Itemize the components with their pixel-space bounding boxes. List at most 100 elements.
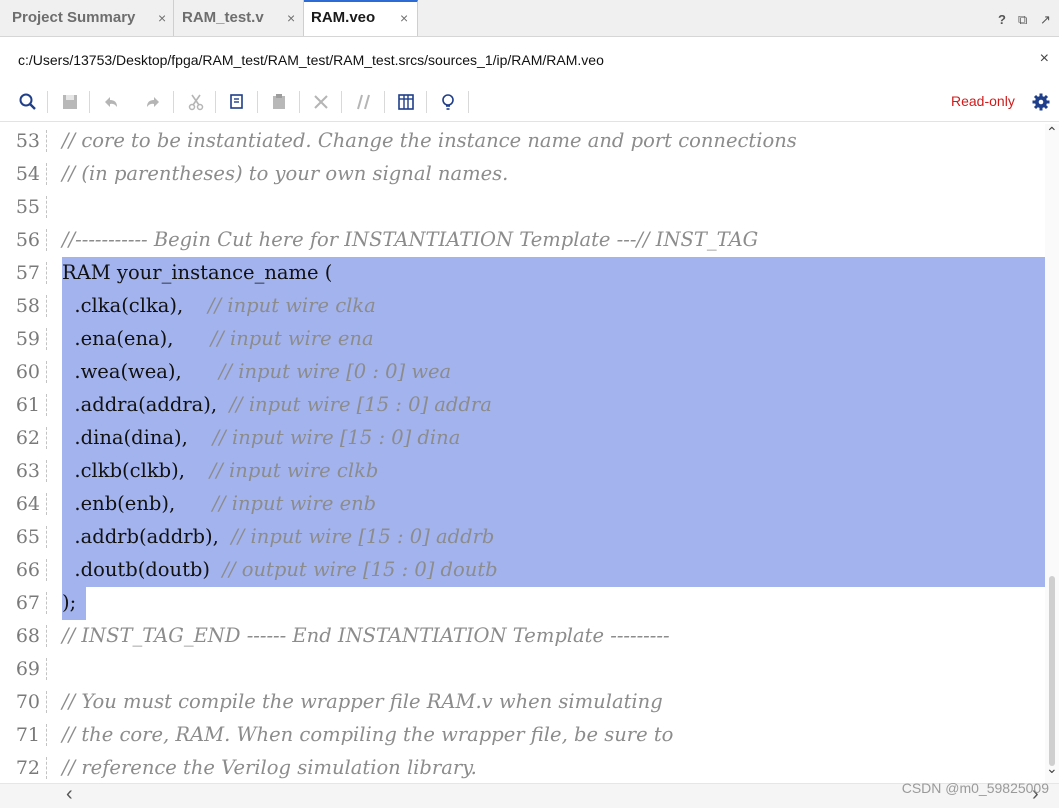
line-number: 55 xyxy=(15,196,40,218)
code-text: .clkb(clkb), xyxy=(62,459,210,482)
code-comment: // input wire enb xyxy=(212,492,377,515)
scroll-thumb[interactable] xyxy=(1049,576,1055,766)
copy-icon[interactable] xyxy=(226,91,248,113)
delete-icon[interactable] xyxy=(310,91,332,113)
line-number: 61 xyxy=(15,394,40,416)
scroll-up-icon[interactable]: ⌃ xyxy=(1046,124,1058,141)
code-line: .wea(wea), // input wire [0 : 0] wea xyxy=(62,361,451,383)
line-number: 59 xyxy=(15,328,40,350)
help-icon[interactable]: ? xyxy=(998,13,1006,27)
code-line: // the core, RAM. When compiling the wra… xyxy=(62,724,673,746)
line-number: 65 xyxy=(15,526,40,548)
gutter-separator xyxy=(46,691,47,713)
gutter-separator xyxy=(46,724,47,746)
gutter-separator xyxy=(46,130,47,152)
code-line: ); xyxy=(62,592,76,614)
comment-icon[interactable] xyxy=(353,91,375,113)
gutter-separator xyxy=(46,427,47,449)
code-comment: // output wire [15 : 0] doutb xyxy=(222,558,498,581)
tab-ram-veo[interactable]: RAM.veo × xyxy=(304,0,418,37)
code-comment: // input wire [0 : 0] wea xyxy=(218,360,452,383)
code-comment: // input wire [15 : 0] dina xyxy=(212,426,461,449)
path-bar: c:/Users/13753/Desktop/fpga/RAM_test/RAM… xyxy=(0,38,1059,82)
code-comment: // input wire clka xyxy=(208,294,376,317)
line-number: 56 xyxy=(15,229,40,251)
line-number: 63 xyxy=(15,460,40,482)
code-comment: // the core, RAM. When compiling the wra… xyxy=(62,723,674,746)
horizontal-scrollbar[interactable]: ‹ › xyxy=(0,783,1059,808)
code-comment: // (in parentheses) to your own signal n… xyxy=(62,162,509,185)
code-line: .clkb(clkb), // input wire clkb xyxy=(62,460,378,482)
code-comment: // core to be instantiated. Change the i… xyxy=(62,129,797,152)
redo-icon[interactable] xyxy=(142,91,164,113)
float-icon[interactable]: ↗ xyxy=(1040,13,1051,27)
code-comment: // INST_TAG_END ------ End INSTANTIATION… xyxy=(62,624,670,647)
code-text: ); xyxy=(62,591,77,614)
code-text: RAM your_instance_name ( xyxy=(62,261,333,284)
divider xyxy=(384,91,385,113)
gutter-separator xyxy=(46,526,47,548)
tab-ram-test-v[interactable]: RAM_test.v × xyxy=(174,0,304,36)
code-line: //----------- Begin Cut here for INSTANT… xyxy=(62,229,758,251)
code-line: // core to be instantiated. Change the i… xyxy=(62,130,797,152)
tab-label: Project Summary xyxy=(12,9,136,26)
code-text: .clka(clka), xyxy=(62,294,209,317)
columns-icon[interactable] xyxy=(395,91,417,113)
code-line: .doutb(doutb) // output wire [15 : 0] do… xyxy=(62,558,498,581)
editor-toolbar: Read-only xyxy=(0,83,1059,122)
code-line: // reference the Verilog simulation libr… xyxy=(62,757,477,779)
restore-icon[interactable]: ⧉ xyxy=(1018,13,1027,27)
code-line: .addra(addra), // input wire [15 : 0] ad… xyxy=(62,393,491,416)
divider xyxy=(173,91,174,113)
code-comment: //----------- Begin Cut here for INSTANT… xyxy=(62,228,759,251)
tab-bar: Project Summary × RAM_test.v × RAM.veo ×… xyxy=(0,0,1059,37)
gutter-separator xyxy=(46,625,47,647)
tab-project-summary[interactable]: Project Summary × xyxy=(0,0,174,36)
divider xyxy=(468,91,469,113)
gutter-separator xyxy=(46,394,47,416)
close-icon[interactable]: × xyxy=(287,10,295,26)
divider xyxy=(257,91,258,113)
code-text: .dina(dina), xyxy=(62,426,213,449)
paste-icon[interactable] xyxy=(268,91,290,113)
gutter-separator xyxy=(46,262,47,284)
undo-icon[interactable] xyxy=(100,91,122,113)
code-text: .enb(enb), xyxy=(62,492,213,515)
gutter-separator xyxy=(46,757,47,779)
gutter-separator xyxy=(46,559,47,581)
close-icon[interactable]: × xyxy=(158,10,166,26)
vertical-scrollbar[interactable]: ⌃ ⌄ xyxy=(1045,124,1059,784)
line-number: 60 xyxy=(15,361,40,383)
code-text: .ena(ena), xyxy=(62,327,211,350)
line-number: 57 xyxy=(15,262,40,284)
read-only-status: Read-only xyxy=(951,93,1015,109)
divider xyxy=(47,91,48,113)
scroll-down-icon[interactable]: ⌄ xyxy=(1046,760,1058,777)
line-number: 67 xyxy=(15,592,40,614)
gear-icon[interactable] xyxy=(1031,92,1051,112)
close-icon[interactable]: × xyxy=(400,10,408,26)
gutter-separator xyxy=(46,196,47,218)
line-number: 62 xyxy=(15,427,40,449)
code-line: // (in parentheses) to your own signal n… xyxy=(62,163,508,185)
line-number: 58 xyxy=(15,295,40,317)
lightbulb-icon[interactable] xyxy=(437,91,459,113)
divider xyxy=(299,91,300,113)
code-text: .addra(addra), xyxy=(62,393,230,416)
cut-icon[interactable] xyxy=(185,91,207,113)
code-editor[interactable]: 53 // core to be instantiated. Change the… xyxy=(0,124,1045,784)
code-comment: // reference the Verilog simulation libr… xyxy=(62,756,477,779)
code-text: .wea(wea), xyxy=(62,360,219,383)
code-line: // You must compile the wrapper file RAM… xyxy=(62,691,663,713)
gutter-separator xyxy=(46,361,47,383)
code-comment: // You must compile the wrapper file RAM… xyxy=(62,690,663,713)
search-icon[interactable] xyxy=(17,91,39,113)
tab-label: RAM.veo xyxy=(311,9,376,26)
line-number: 70 xyxy=(15,691,40,713)
save-icon[interactable] xyxy=(59,91,81,113)
divider xyxy=(426,91,427,113)
scroll-left-icon[interactable]: ‹ xyxy=(66,784,73,804)
code-line: RAM your_instance_name ( xyxy=(62,262,332,284)
gutter-separator xyxy=(46,229,47,251)
close-icon[interactable]: × xyxy=(1040,50,1049,68)
